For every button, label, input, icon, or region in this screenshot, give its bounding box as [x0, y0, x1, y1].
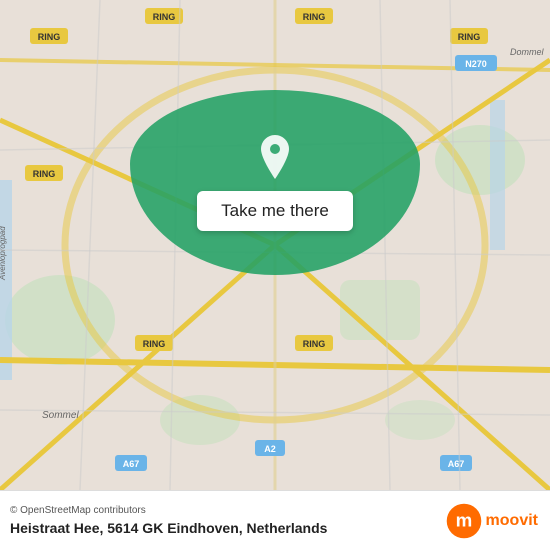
moovit-icon: m	[446, 503, 482, 539]
footer-info: © OpenStreetMap contributors Heistraat H…	[10, 505, 327, 536]
svg-text:Sommel: Sommel	[42, 410, 79, 421]
svg-text:RING: RING	[303, 12, 326, 22]
moovit-text: moovit	[486, 512, 538, 530]
location-pin-icon	[257, 135, 293, 179]
svg-text:A2: A2	[264, 444, 276, 454]
svg-text:m: m	[455, 509, 472, 530]
svg-text:Avenloprogpad: Avenloprogpad	[0, 226, 7, 281]
moovit-logo: m moovit	[446, 503, 538, 539]
svg-text:A67: A67	[448, 459, 465, 469]
svg-text:RING: RING	[33, 169, 56, 179]
osm-attribution: © OpenStreetMap contributors	[10, 505, 327, 516]
svg-text:RING: RING	[143, 339, 166, 349]
svg-text:Dommel: Dommel	[510, 47, 545, 57]
footer: © OpenStreetMap contributors Heistraat H…	[0, 490, 550, 550]
svg-text:RING: RING	[303, 339, 326, 349]
svg-text:RING: RING	[153, 12, 176, 22]
svg-text:A67: A67	[123, 459, 140, 469]
address-label: Heistraat Hee, 5614 GK Eindhoven, Nether…	[10, 520, 327, 536]
svg-text:RING: RING	[38, 32, 61, 42]
svg-text:RING: RING	[458, 32, 481, 42]
svg-text:N270: N270	[465, 59, 487, 69]
take-me-there-button[interactable]: Take me there	[197, 191, 353, 231]
map-container: RING RING RING RING RING RING RING N270 …	[0, 0, 550, 490]
